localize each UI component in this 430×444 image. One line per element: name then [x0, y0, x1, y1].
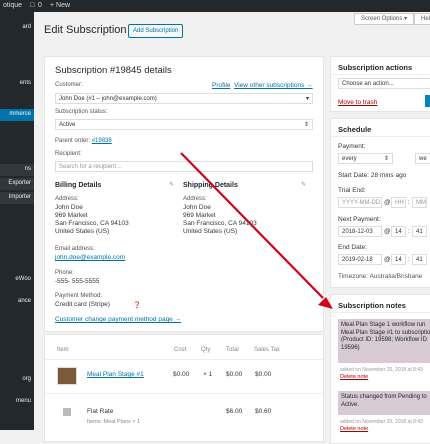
annotation-arrow-head	[318, 297, 333, 309]
annotation-arrow-line	[180, 152, 324, 299]
annotation-arrow	[180, 152, 333, 309]
